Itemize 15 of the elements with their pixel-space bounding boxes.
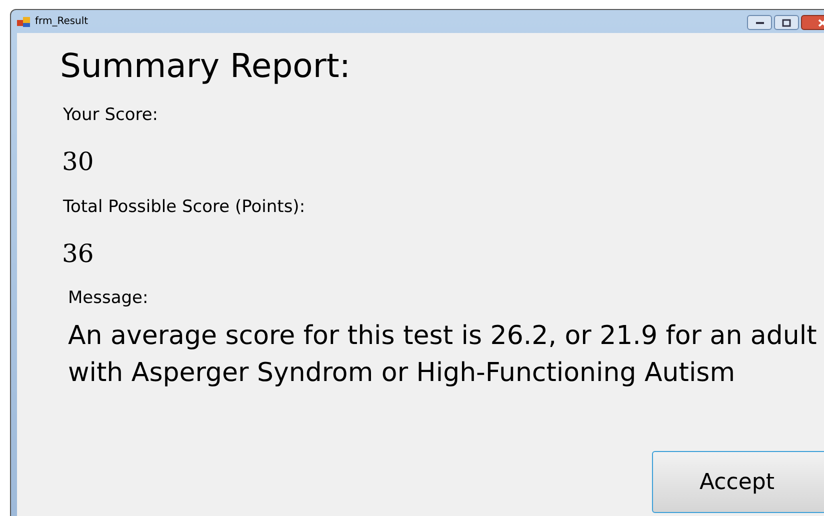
field-value: 30	[62, 147, 94, 177]
maximize-icon	[782, 18, 791, 26]
close-icon	[818, 18, 824, 26]
maximize-button[interactable]	[774, 15, 799, 30]
minimize-button[interactable]	[747, 15, 772, 30]
message-label: Message:	[68, 287, 148, 310]
field-label: Your Score:	[63, 104, 158, 127]
app-icon	[17, 16, 31, 28]
field-label: Total Possible Score (Points):	[63, 196, 306, 219]
minimize-icon	[756, 21, 764, 24]
window-title: frm_Result	[35, 15, 88, 29]
accept-button[interactable]: Accept	[652, 451, 824, 513]
report-heading: Summary Report:	[60, 46, 350, 86]
message-text: An average score for this test is 26.2, or 21.9 for an adult with Asperger Syndrom or High-Functioning Autism	[68, 320, 818, 390]
field-value: 36	[62, 239, 94, 269]
